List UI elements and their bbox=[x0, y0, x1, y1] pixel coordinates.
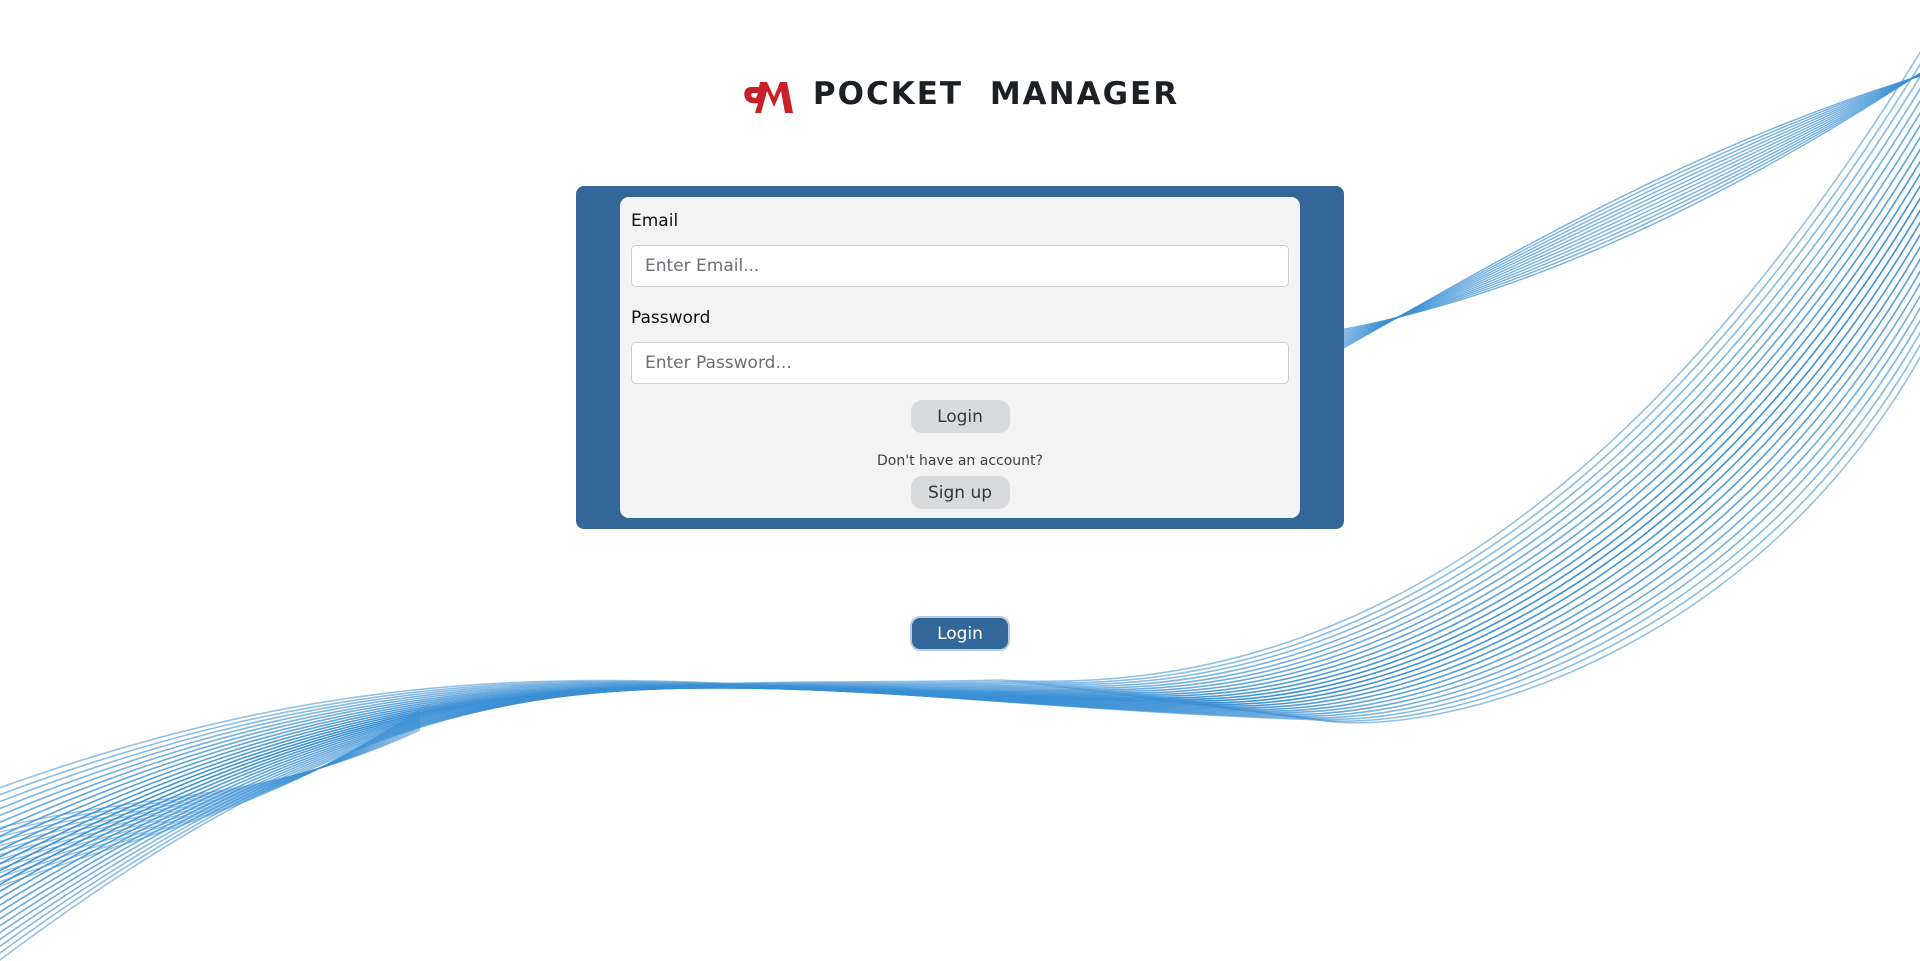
login-button[interactable]: Login bbox=[910, 400, 1010, 433]
signup-button[interactable]: Sign up bbox=[910, 476, 1010, 509]
brand-header: POCKET MANAGER bbox=[0, 68, 1920, 128]
password-input[interactable] bbox=[631, 342, 1289, 384]
email-input[interactable] bbox=[631, 245, 1289, 287]
login-mode-button[interactable]: Login bbox=[910, 616, 1010, 651]
login-page: POCKET MANAGER Email Password Login Don'… bbox=[0, 0, 1920, 961]
login-form: Email Password Login Don't have an accou… bbox=[620, 197, 1300, 518]
pm-logo-icon bbox=[744, 82, 793, 113]
email-label: Email bbox=[631, 211, 679, 231]
password-label: Password bbox=[631, 308, 711, 328]
signup-prompt: Don't have an account? bbox=[877, 453, 1043, 469]
login-card: Email Password Login Don't have an accou… bbox=[576, 186, 1344, 529]
brand-title: POCKET MANAGER bbox=[812, 76, 1180, 112]
